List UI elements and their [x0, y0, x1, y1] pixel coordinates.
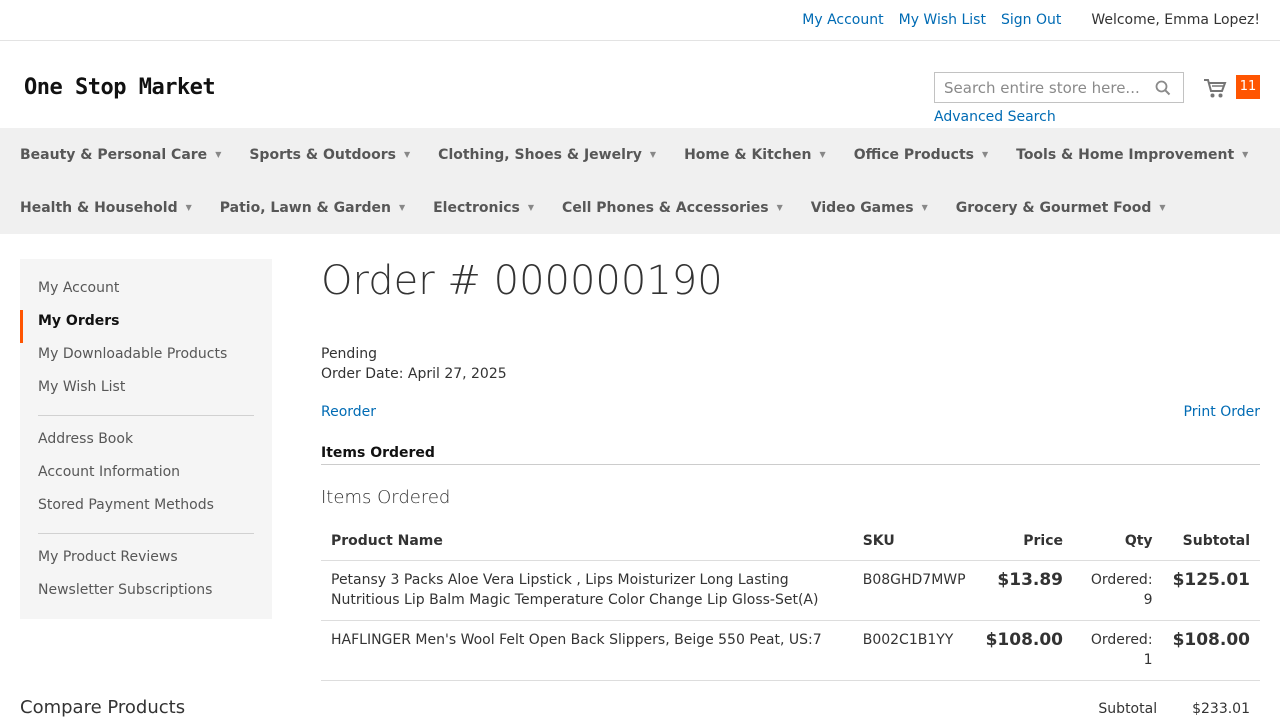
nav-label: Patio, Lawn & Garden	[219, 199, 391, 216]
nav-item-beauty[interactable]: Beauty & Personal Care ▼	[20, 147, 221, 163]
nav-item-cell-phones[interactable]: Cell Phones & Accessories ▼	[562, 200, 783, 216]
table-row: HAFLINGER Men's Wool Felt Open Back Slip…	[321, 620, 1260, 681]
nav-label: Video Games	[810, 199, 914, 216]
product-name: HAFLINGER Men's Wool Felt Open Back Slip…	[321, 620, 853, 681]
header: One Stop Market Advanced Search 11	[0, 41, 1280, 128]
nav-label: Health & Household	[20, 199, 178, 216]
items-table: Product Name SKU Price Qty Subtotal Peta…	[321, 522, 1260, 681]
nav-label: Tools & Home Improvement	[1016, 146, 1235, 163]
sidebar-divider	[38, 533, 254, 534]
top-panel: My Account My Wish List Sign Out Welcome…	[0, 0, 1280, 41]
nav-item-tools[interactable]: Tools & Home Improvement ▼	[1016, 147, 1248, 163]
table-row: Petansy 3 Packs Aloe Vera Lipstick , Lip…	[321, 560, 1260, 621]
subtotal-value: $233.01	[1192, 700, 1250, 717]
order-actions: Reorder Print Order	[321, 404, 1260, 420]
nav-item-patio[interactable]: Patio, Lawn & Garden ▼	[220, 200, 405, 216]
product-price: $13.89	[975, 560, 1074, 621]
welcome-message: Welcome, Emma Lopez!	[1091, 12, 1260, 28]
nav-row: Health & Household ▼ Patio, Lawn & Garden…	[20, 181, 1280, 234]
chevron-down-icon: ▼	[649, 150, 657, 159]
tab-items-ordered[interactable]: Items Ordered	[321, 445, 1260, 465]
sidebar-item-downloadable-products[interactable]: My Downloadable Products	[20, 343, 272, 376]
product-subtotal: $125.01	[1162, 560, 1260, 621]
product-qty: Ordered: 9	[1073, 560, 1163, 621]
nav-item-office[interactable]: Office Products ▼	[854, 147, 988, 163]
column-header-subtotal: Subtotal	[1162, 522, 1260, 561]
nav-label: Electronics	[433, 199, 520, 216]
nav-label: Beauty & Personal Care	[20, 146, 208, 163]
sidebar-divider	[38, 415, 254, 416]
my-wish-list-link[interactable]: My Wish List	[899, 12, 986, 28]
nav-item-clothing[interactable]: Clothing, Shoes & Jewelry ▼	[438, 147, 656, 163]
store-logo[interactable]: One Stop Market	[24, 75, 216, 100]
search-input[interactable]	[935, 73, 1150, 102]
product-qty: Ordered: 1	[1073, 620, 1163, 681]
product-name: Petansy 3 Packs Aloe Vera Lipstick , Lip…	[321, 560, 853, 621]
chevron-down-icon: ▼	[819, 150, 826, 159]
search-box	[934, 72, 1184, 103]
items-ordered-heading: Items Ordered	[321, 487, 451, 508]
cart-icon[interactable]	[1203, 76, 1227, 100]
product-price: $108.00	[975, 620, 1074, 681]
chevron-down-icon: ▼	[921, 203, 928, 212]
product-subtotal: $108.00	[1162, 620, 1260, 681]
order-details: Order # 000000190 Pending Order Date: Ap…	[321, 252, 1260, 717]
sidebar-item-wish-list[interactable]: My Wish List	[20, 376, 272, 409]
nav-label: Sports & Outdoors	[249, 146, 397, 163]
column-header-sku: SKU	[852, 522, 976, 561]
advanced-search-link[interactable]: Advanced Search	[934, 109, 1056, 125]
order-subtotal: Subtotal $233.01	[321, 701, 1260, 717]
cart-count-badge[interactable]: 11	[1236, 75, 1260, 99]
product-sku: B08GHD7MWP	[852, 560, 976, 621]
chevron-down-icon: ▼	[776, 203, 783, 212]
chevron-down-icon: ▼	[215, 150, 222, 159]
nav-label: Grocery & Gourmet Food	[955, 199, 1152, 216]
chevron-down-icon: ▼	[981, 150, 989, 159]
sidebar-item-account-information[interactable]: Account Information	[20, 461, 272, 494]
chevron-down-icon: ▼	[185, 203, 192, 212]
column-header-price: Price	[975, 522, 1074, 561]
subtotal-label: Subtotal	[1098, 700, 1158, 717]
sidebar-item-product-reviews[interactable]: My Product Reviews	[20, 546, 272, 579]
compare-products-title: Compare Products	[20, 697, 186, 718]
main-navigation: Beauty & Personal Care ▼ Sports & Outdoor…	[0, 128, 1280, 234]
chevron-down-icon: ▼	[1159, 203, 1166, 212]
account-sidebar: My Account My Orders My Downloadable Pro…	[20, 259, 272, 619]
nav-label: Office Products	[853, 146, 974, 163]
table-header-row: Product Name SKU Price Qty Subtotal	[321, 522, 1260, 561]
nav-item-home-kitchen[interactable]: Home & Kitchen ▼	[684, 147, 826, 163]
nav-item-health[interactable]: Health & Household ▼	[20, 200, 192, 216]
nav-label: Clothing, Shoes & Jewelry	[438, 146, 642, 163]
sidebar-item-my-orders[interactable]: My Orders	[20, 310, 272, 343]
sidebar-item-stored-payment-methods[interactable]: Stored Payment Methods	[20, 494, 272, 527]
order-date: Order Date: April 27, 2025	[321, 366, 507, 382]
column-header-qty: Qty	[1073, 522, 1163, 561]
my-account-link[interactable]: My Account	[802, 12, 883, 28]
order-status: Pending	[321, 346, 377, 362]
nav-row: Beauty & Personal Care ▼ Sports & Outdoor…	[20, 128, 1280, 181]
sidebar-item-address-book[interactable]: Address Book	[20, 428, 272, 461]
nav-item-video-games[interactable]: Video Games ▼	[811, 200, 928, 216]
search-icon[interactable]	[1155, 80, 1171, 96]
chevron-down-icon: ▼	[404, 150, 411, 159]
print-order-link[interactable]: Print Order	[1184, 404, 1260, 420]
nav-label: Cell Phones & Accessories	[562, 199, 769, 216]
product-sku: B002C1B1YY	[852, 620, 976, 681]
reorder-link[interactable]: Reorder	[321, 404, 376, 420]
column-header-product-name: Product Name	[321, 522, 853, 561]
chevron-down-icon: ▼	[527, 203, 535, 212]
chevron-down-icon: ▼	[398, 203, 406, 212]
nav-label: Home & Kitchen	[684, 146, 812, 163]
nav-item-sports[interactable]: Sports & Outdoors ▼	[249, 147, 410, 163]
chevron-down-icon: ▼	[1242, 150, 1249, 159]
page-title: Order # 000000190	[321, 258, 723, 304]
nav-item-grocery[interactable]: Grocery & Gourmet Food ▼	[956, 200, 1166, 216]
sidebar-item-my-account[interactable]: My Account	[20, 277, 272, 310]
sidebar-item-newsletter-subscriptions[interactable]: Newsletter Subscriptions	[20, 579, 272, 612]
sign-out-link[interactable]: Sign Out	[1001, 12, 1061, 28]
nav-item-electronics[interactable]: Electronics ▼	[433, 200, 534, 216]
